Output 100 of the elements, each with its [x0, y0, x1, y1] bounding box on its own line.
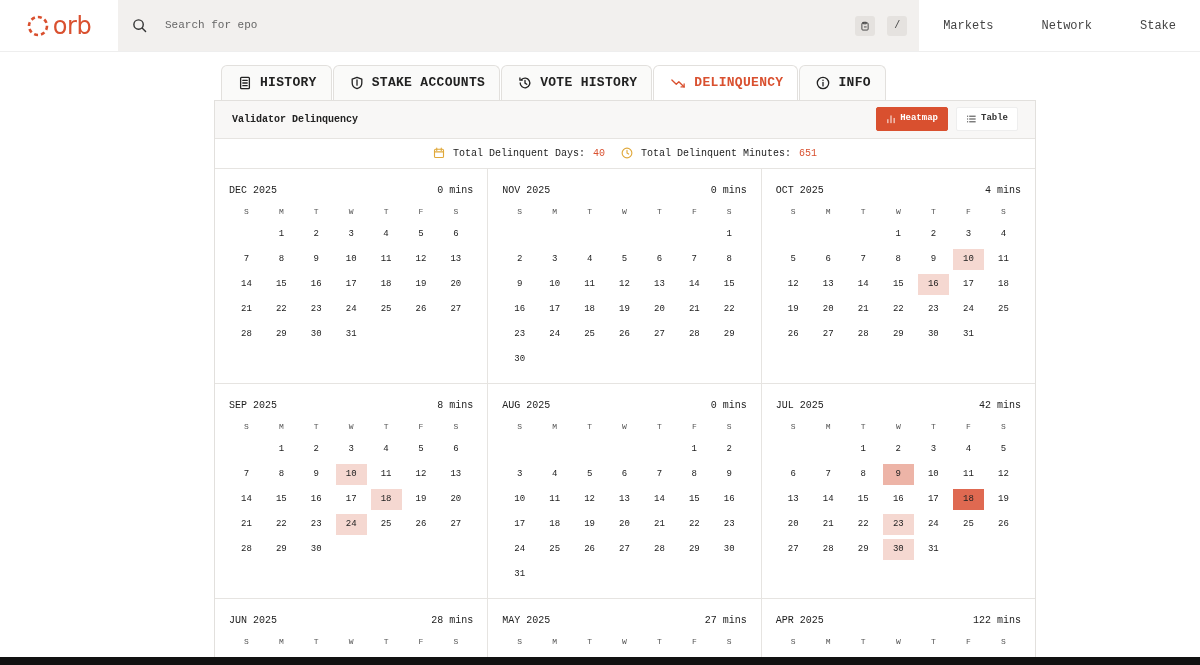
day-cell-text: 20	[618, 517, 631, 531]
weekday-label: M	[824, 205, 832, 218]
day-cell-text: 26	[618, 327, 631, 341]
weekday-label: T	[656, 635, 663, 648]
weekday-label: M	[277, 635, 285, 648]
month-title: OCT 2025	[775, 183, 824, 198]
day-cell-text: 15	[722, 277, 736, 291]
day-cell-text: 12	[618, 277, 631, 291]
day-cell-text: 4	[999, 227, 1008, 241]
weekday-label: M	[277, 205, 285, 218]
tab[interactable]: HISTORY	[221, 65, 332, 100]
day-cell-text: 9	[312, 252, 320, 266]
weekday-label: S	[452, 205, 460, 218]
day-cell-text: 5	[999, 442, 1008, 456]
day-cell-text: 18	[997, 277, 1010, 291]
day-cell-text: 25	[997, 302, 1010, 316]
list-icon	[966, 114, 977, 124]
tab[interactable]: VOTE HISTORY	[501, 65, 653, 100]
day-cell-text: 10	[344, 252, 358, 266]
day-cell-text: 2	[929, 227, 938, 241]
weekday-label: M	[824, 420, 832, 433]
day-cell-text: 23	[926, 302, 940, 316]
tab[interactable]: INFO	[799, 65, 886, 100]
weekday-label: S	[516, 205, 524, 218]
day-cell-text: 30	[513, 352, 527, 366]
day-cell-text: 21	[687, 302, 701, 316]
search-icon	[132, 18, 147, 33]
tab[interactable]: STAKE ACCOUNTS	[332, 65, 501, 100]
summary-label: Total Delinquent Days:	[452, 146, 585, 161]
weekday-label: S	[516, 635, 524, 648]
weekday-label: S	[243, 205, 250, 218]
weekday-label: S	[725, 205, 733, 218]
day-cell-text: 12	[786, 277, 800, 291]
day-cell-text: 29	[687, 542, 701, 556]
day-cell-text: 18	[548, 517, 562, 531]
day-cell-text: 23	[722, 517, 736, 531]
month-total: 4 mins	[985, 183, 1021, 198]
nav-link[interactable]: Stake	[1140, 16, 1176, 35]
month-total: 42 mins	[979, 398, 1021, 413]
weekday-label: T	[382, 420, 390, 433]
weekday-label: S	[1000, 420, 1007, 433]
day-cell-text: 20	[786, 517, 800, 531]
info-icon	[816, 75, 831, 90]
heatmap-button[interactable]: Heatmap	[876, 107, 948, 131]
day-cell-text: 19	[997, 492, 1010, 506]
weekday-label: F	[690, 420, 698, 433]
search-input[interactable]: Search for epo	[163, 16, 848, 35]
search-field[interactable]: Search for epo /	[118, 0, 920, 51]
day-cell-text: 12	[414, 252, 428, 266]
day-cell-text: 6	[452, 442, 460, 456]
logo[interactable]: orb	[26, 13, 92, 38]
day-cell-text: 15	[274, 277, 288, 291]
weekday-label: F	[965, 635, 972, 648]
weekday-label: M	[551, 205, 559, 218]
day-cell-text: 17	[344, 277, 358, 291]
day-cell-text: 3	[347, 227, 355, 241]
day-cell-text: 4	[382, 227, 390, 241]
day-cell-text: 17	[962, 277, 975, 291]
day-cell-text: 7	[690, 252, 698, 266]
day-cell-text: 30	[722, 542, 736, 556]
day-cell-text: 28	[653, 542, 666, 556]
day-cell-text: 31	[962, 327, 975, 341]
day-cell-text: 18	[583, 302, 596, 316]
day-cell-text: 30	[926, 327, 940, 341]
day-cell-text: 8	[277, 252, 286, 266]
day-cell-text: 2	[312, 442, 320, 456]
table-button[interactable]: Table	[956, 107, 1018, 131]
weekday-label: F	[965, 420, 972, 433]
day-cell-text: 31	[926, 542, 940, 556]
month-title: APR 2025	[775, 613, 824, 628]
day-cell-text: 6	[620, 467, 629, 481]
day-cell-text: 4	[550, 467, 559, 481]
day-cell-text: 13	[618, 492, 631, 506]
day-cell-text: 16	[309, 277, 323, 291]
month-title: JUL 2025	[775, 398, 824, 413]
day-cell-text: 14	[821, 492, 835, 506]
day-cell-text: 11	[548, 492, 562, 506]
weekday-label: W	[894, 635, 902, 648]
month-title: SEP 2025	[229, 398, 277, 413]
day-cell-text: 5	[585, 467, 594, 481]
day-cell-text: 20	[653, 302, 666, 316]
weekday-label: W	[894, 420, 902, 433]
history-icon	[518, 75, 533, 90]
day-cell-text: 9	[312, 467, 320, 481]
day-cell: 16	[917, 273, 949, 295]
day-cell-text: 17	[548, 302, 562, 316]
weekday-label: S	[725, 420, 733, 433]
day-cell-text: 1	[690, 442, 698, 456]
weekday-label: S	[789, 420, 797, 433]
tab[interactable]: DELINQUENCY	[653, 65, 799, 100]
day-cell-text: 4	[585, 252, 594, 266]
day-cell-text: 8	[690, 467, 698, 481]
nav-link[interactable]: Markets	[943, 16, 994, 35]
day-cell-text: 19	[414, 492, 428, 506]
weekday-label: S	[516, 420, 524, 433]
day-cell-text: 14	[653, 492, 666, 506]
day-cell-text: 27	[449, 517, 463, 531]
clock-icon	[621, 147, 633, 159]
nav-link[interactable]: Network	[1041, 16, 1092, 35]
day-cell-text: 2	[516, 252, 524, 266]
